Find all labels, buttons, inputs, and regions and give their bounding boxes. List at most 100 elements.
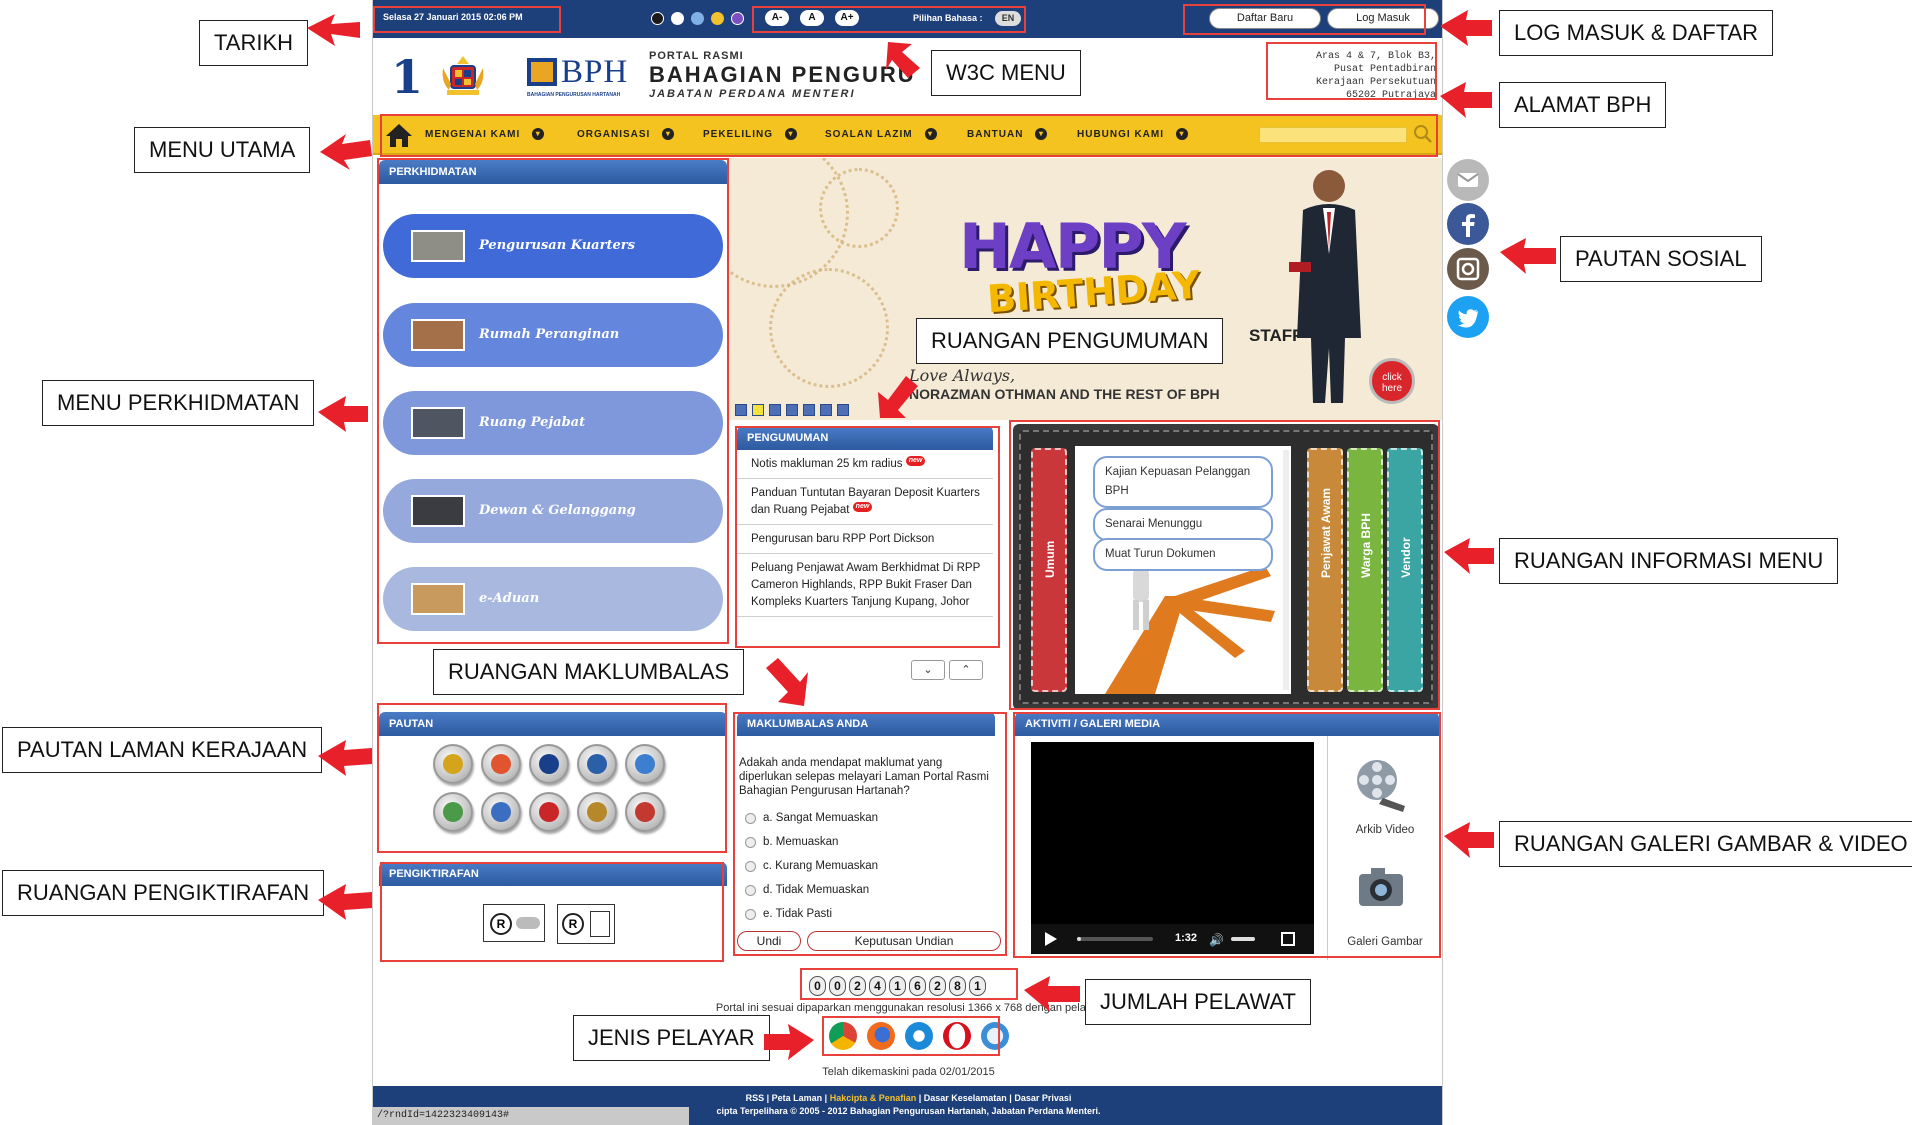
theme-dot-yellow[interactable] xyxy=(711,12,724,25)
nav-label: BANTUAN xyxy=(967,129,1024,140)
theme-color-picker xyxy=(651,12,744,25)
survey-option[interactable]: d. Tidak Memuaskan xyxy=(739,878,997,902)
info-scrollbar[interactable] xyxy=(1283,450,1289,690)
gov-link-coin[interactable] xyxy=(577,744,617,784)
theme-dot-blue[interactable] xyxy=(691,12,704,25)
gov-link-coin[interactable] xyxy=(529,792,569,832)
search-icon[interactable] xyxy=(1413,124,1433,144)
email-icon[interactable] xyxy=(1447,159,1489,201)
radio-button[interactable] xyxy=(745,813,756,824)
font-decrease-button[interactable]: A- xyxy=(765,10,789,26)
radio-button[interactable] xyxy=(745,885,756,896)
announcement-item[interactable]: Pengurusan baru RPP Port Dickson xyxy=(737,525,993,554)
survey-option[interactable]: c. Kurang Memuaskan xyxy=(739,854,997,878)
instagram-icon[interactable] xyxy=(1447,248,1489,290)
gov-link-coin[interactable] xyxy=(625,744,665,784)
video-player[interactable]: 1:32 🔊 xyxy=(1031,742,1314,954)
home-icon[interactable] xyxy=(385,122,413,148)
play-icon[interactable] xyxy=(1045,932,1057,946)
theme-dot-black[interactable] xyxy=(651,12,664,25)
arrow-right xyxy=(307,14,360,46)
font-reset-button[interactable]: A xyxy=(800,10,824,26)
vote-button[interactable]: Undi xyxy=(737,931,801,951)
tab-warga-bph[interactable]: Warga BPH xyxy=(1347,448,1383,692)
survey-option[interactable]: b. Memuaskan xyxy=(739,830,997,854)
slide-dot[interactable] xyxy=(735,404,747,416)
gov-link-coin[interactable] xyxy=(577,792,617,832)
bph-logo[interactable]: BPH BAHAGIAN PENGURUSAN HARTANAH xyxy=(527,54,627,104)
info-link-kajian-kepuasan[interactable]: Kajian Kepuasan Pelanggan BPH xyxy=(1093,456,1273,508)
counter-digit: 2 xyxy=(849,976,866,996)
photo-gallery-link[interactable]: Galeri Gambar xyxy=(1331,936,1439,948)
nav-soalan-lazim[interactable]: SOALAN LAZIM ▾ xyxy=(825,115,937,155)
announcement-banner[interactable]: HAPPY BIRTHDAY STAFF Love Always, NORAZM… xyxy=(729,158,1442,420)
scroll-down-button[interactable]: ⌄ xyxy=(911,660,945,680)
register-button[interactable]: Daftar Baru xyxy=(1209,8,1321,29)
facebook-icon[interactable] xyxy=(1447,203,1489,245)
survey-option[interactable]: a. Sangat Memuaskan xyxy=(739,806,997,830)
language-toggle[interactable]: EN xyxy=(995,11,1021,26)
poll-results-button[interactable]: Keputusan Undian xyxy=(807,931,1001,951)
counter-digit: 4 xyxy=(869,976,886,996)
nav-mengenai-kami[interactable]: MENGENAI KAMI ▾ xyxy=(425,115,545,155)
info-link-senarai-menunggu[interactable]: Senarai Menunggu xyxy=(1093,508,1273,541)
font-increase-button[interactable]: A+ xyxy=(835,10,859,26)
gov-link-coin[interactable] xyxy=(529,744,569,784)
scroll-up-button[interactable]: ⌃ xyxy=(949,660,983,680)
copyright-link[interactable]: Hakcipta & Penafian xyxy=(830,1093,917,1103)
volume-slider[interactable] xyxy=(1231,937,1255,941)
radio-button[interactable] xyxy=(745,837,756,848)
address-line: Kerajaan Persekutuan xyxy=(1315,77,1436,88)
radio-button[interactable] xyxy=(745,861,756,872)
service-rumah-peranginan[interactable]: Rumah Peranginan xyxy=(383,303,723,367)
new-badge: new xyxy=(905,456,926,466)
1malaysia-logo[interactable]: 1 xyxy=(391,52,423,102)
slide-dot[interactable] xyxy=(803,404,815,416)
slide-dot[interactable] xyxy=(837,404,849,416)
footer-links-right[interactable]: | Dasar Keselamatan | Dasar Privasi xyxy=(916,1093,1072,1103)
service-pengurusan-kuarters[interactable]: Pengurusan Kuarters xyxy=(383,214,723,278)
tab-umum[interactable]: Umum xyxy=(1031,448,1067,692)
search-input[interactable] xyxy=(1259,127,1407,143)
nav-pekeliling[interactable]: PEKELILING ▾ xyxy=(703,115,798,155)
theme-dot-purple[interactable] xyxy=(731,12,744,25)
gov-link-coin[interactable] xyxy=(625,792,665,832)
service-dewan-gelanggang[interactable]: Dewan & Gelanggang xyxy=(383,479,723,543)
slide-dot[interactable] xyxy=(752,404,764,416)
announcement-item[interactable]: Peluang Penjawat Awam Berkhidmat Di RPP … xyxy=(737,554,993,617)
arrow-left xyxy=(1440,10,1492,46)
slide-dot[interactable] xyxy=(786,404,798,416)
nav-organisasi[interactable]: ORGANISASI ▾ xyxy=(577,115,675,155)
slide-dot[interactable] xyxy=(820,404,832,416)
theme-dot-white[interactable] xyxy=(671,12,684,25)
service-ruang-pejabat[interactable]: Ruang Pejabat xyxy=(383,391,723,455)
slide-dot[interactable] xyxy=(769,404,781,416)
nav-label: HUBUNGI KAMI xyxy=(1077,129,1164,140)
survey-option[interactable]: e. Tidak Pasti xyxy=(739,902,997,926)
volume-icon[interactable]: 🔊 xyxy=(1209,933,1224,947)
footer-links-left[interactable]: RSS | Peta Laman | xyxy=(746,1093,830,1103)
camera-icon[interactable] xyxy=(1351,858,1411,918)
resort-thumbnail xyxy=(411,319,465,351)
nav-bantuan[interactable]: BANTUAN ▾ xyxy=(967,115,1048,155)
gov-link-coin[interactable] xyxy=(433,744,473,784)
gov-link-coin[interactable] xyxy=(433,792,473,832)
info-link-muat-turun-dokumen[interactable]: Muat Turun Dokumen xyxy=(1093,538,1273,571)
gov-link-coin[interactable] xyxy=(481,744,521,784)
tab-penjawat-awam[interactable]: Penjawat Awam xyxy=(1307,448,1343,692)
login-button[interactable]: Log Masuk xyxy=(1327,8,1439,29)
twitter-icon[interactable] xyxy=(1447,296,1489,338)
gov-link-coin[interactable] xyxy=(481,792,521,832)
video-archive-link[interactable]: Arkib Video xyxy=(1331,824,1439,836)
click-here-button[interactable]: click here xyxy=(1369,358,1415,404)
service-e-aduan[interactable]: e-Aduan xyxy=(383,567,723,631)
announcement-item[interactable]: Panduan Tuntutan Bayaran Deposit Kuarter… xyxy=(737,479,993,525)
announcement-item[interactable]: Notis makluman 25 km radius new xyxy=(737,450,993,479)
video-progress-bar[interactable] xyxy=(1077,937,1153,941)
fullscreen-icon[interactable] xyxy=(1281,932,1295,946)
survey-question: Adakah anda mendapat maklumat yang diper… xyxy=(739,757,989,797)
tab-vendor[interactable]: Vendor xyxy=(1387,448,1423,692)
radio-button[interactable] xyxy=(745,909,756,920)
film-reel-icon[interactable] xyxy=(1349,754,1409,814)
nav-hubungi-kami[interactable]: HUBUNGI KAMI ▾ xyxy=(1077,115,1188,155)
